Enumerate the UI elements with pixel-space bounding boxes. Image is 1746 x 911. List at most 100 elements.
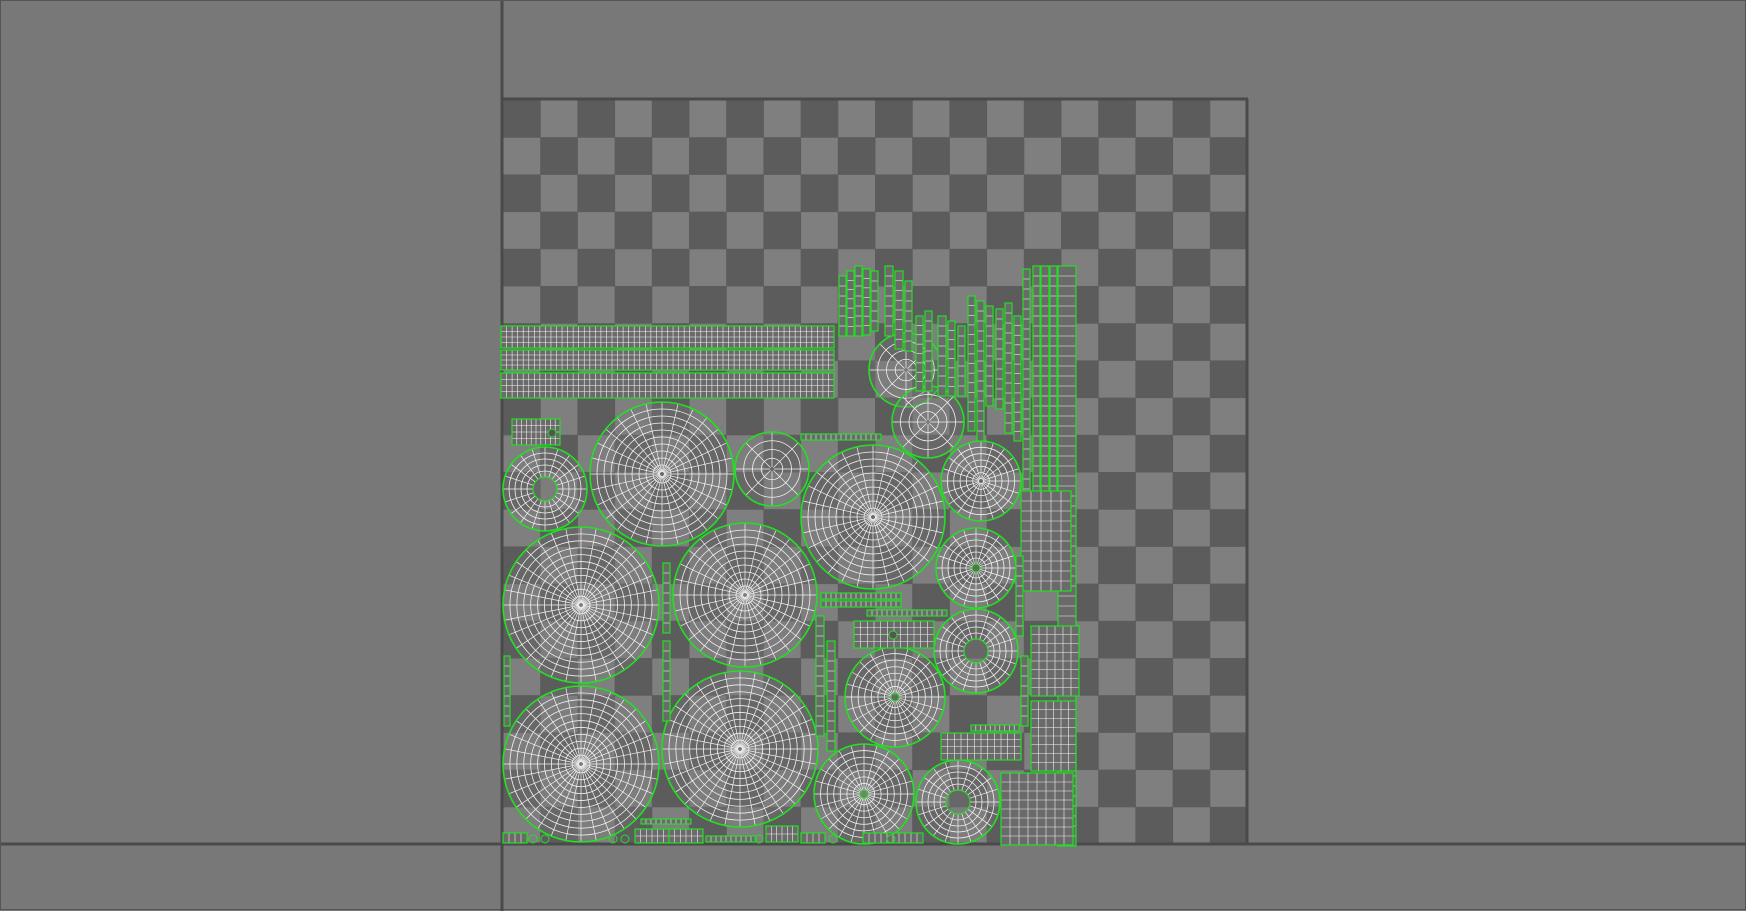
uv-shell-strip[interactable]	[500, 325, 835, 349]
checker-tile	[540, 137, 578, 175]
checker-tile	[726, 100, 764, 138]
uv-shell-strip[interactable]	[640, 818, 692, 825]
checker-tile	[800, 174, 839, 213]
uv-shell-strip[interactable]	[924, 310, 933, 392]
checker-tile	[1098, 769, 1136, 808]
checker-tile	[1209, 509, 1248, 547]
uv-shell-strip[interactable]	[967, 295, 976, 432]
uv-shell-disc[interactable]	[915, 759, 1001, 845]
checker-tile	[1135, 583, 1174, 622]
checker-tile	[1172, 248, 1211, 287]
uv-shell-disc[interactable]	[935, 527, 1017, 609]
uv-shell-strip[interactable]	[800, 433, 882, 441]
uv-shell-strip[interactable]	[1004, 302, 1013, 434]
uv-shell-strip[interactable]	[995, 308, 1004, 410]
uv-shell-strip[interactable]	[662, 640, 671, 722]
uv-shell-strip[interactable]	[502, 832, 528, 844]
uv-shell-strip[interactable]	[976, 300, 985, 442]
uv-shell-strip[interactable]	[940, 732, 1022, 761]
checker-tile	[1098, 323, 1136, 361]
checker-tile	[1209, 137, 1248, 175]
checker-tile	[577, 174, 616, 213]
uv-shell-strip[interactable]	[765, 825, 799, 843]
uv-shell-strip[interactable]	[820, 592, 902, 600]
uv-shell-strip[interactable]	[1013, 315, 1022, 442]
checker-tile	[1023, 100, 1062, 138]
uv-shell-disc[interactable]	[502, 446, 588, 532]
uv-shell-strip[interactable]	[668, 828, 704, 844]
uv-shell-strip[interactable]	[862, 268, 871, 336]
uv-shell-strip[interactable]	[634, 828, 670, 844]
checker-tile	[726, 174, 764, 213]
uv-shell-disc[interactable]	[502, 685, 660, 843]
checker-tile	[614, 211, 653, 250]
uv-shell-disc[interactable]	[813, 743, 915, 845]
uv-shell-strip[interactable]	[705, 835, 757, 843]
uv-shell-disc[interactable]	[661, 670, 819, 828]
checker-tile	[1135, 211, 1174, 250]
checker-tile	[1061, 211, 1099, 250]
uv-shell-strip[interactable]	[854, 265, 863, 337]
uv-shell-disc[interactable]	[800, 444, 946, 590]
uv-shell-disc[interactable]	[589, 401, 735, 547]
uv-shell-disc[interactable]	[734, 431, 810, 507]
uv-shell-strip[interactable]	[815, 615, 825, 737]
uv-shells[interactable]	[500, 265, 1080, 847]
uv-shell-strip[interactable]	[937, 315, 947, 397]
checker-tile	[1135, 360, 1174, 399]
uv-shell-strip[interactable]	[503, 655, 511, 727]
uv-shell-strip[interactable]	[826, 640, 836, 752]
uv-shell-strip[interactable]	[662, 562, 671, 634]
uv-shell-strip[interactable]	[985, 305, 994, 407]
uv-shell-strip[interactable]	[866, 609, 948, 617]
checker-tile	[875, 174, 913, 213]
uv-shell-strip[interactable]	[884, 265, 894, 337]
checker-tile	[1172, 620, 1211, 659]
checker-tile	[1061, 137, 1099, 175]
uv-shell-strip[interactable]	[820, 600, 902, 608]
uv-shell-strip[interactable]	[1030, 700, 1077, 772]
uv-canvas[interactable]	[1, 1, 1746, 911]
uv-shell-strip[interactable]	[800, 832, 826, 844]
checker-tile	[763, 211, 802, 250]
checker-tile	[1209, 658, 1248, 696]
uv-shell-strip[interactable]	[838, 275, 847, 337]
uv-shell-strip[interactable]	[915, 315, 924, 392]
checker-tile	[614, 286, 653, 324]
uv-shell-strip[interactable]	[870, 270, 879, 332]
uv-shell-strip[interactable]	[947, 320, 956, 397]
checker-tile	[689, 286, 727, 324]
uv-shell-strip[interactable]	[846, 270, 855, 337]
uv-shell-strip[interactable]	[957, 325, 966, 397]
uv-editor-viewport[interactable]	[0, 0, 1746, 911]
checker-tile	[1209, 732, 1248, 771]
uv-shell-disc[interactable]	[933, 608, 1019, 694]
uv-shell-strip[interactable]	[1030, 625, 1080, 697]
checker-tile	[503, 100, 541, 138]
checker-tile	[949, 248, 988, 287]
uv-shell-disc[interactable]	[844, 646, 946, 748]
uv-shell-strip[interactable]	[970, 724, 1020, 732]
checker-tile	[726, 248, 764, 287]
uv-shell-disc[interactable]	[940, 440, 1022, 522]
uv-shell-strip[interactable]	[500, 372, 835, 399]
uv-shell-strip[interactable]	[862, 832, 924, 844]
uv-shell-strip[interactable]	[1020, 490, 1072, 592]
uv-shell-strip[interactable]	[904, 280, 913, 352]
uv-shell-disc[interactable]	[672, 522, 818, 668]
uv-shell-strip[interactable]	[1015, 555, 1024, 637]
uv-shell-strip[interactable]	[1020, 655, 1029, 727]
uv-shell-disc[interactable]	[502, 526, 660, 684]
uv-shell-strip[interactable]	[894, 270, 904, 350]
checker-tile	[912, 137, 950, 175]
checker-tile	[1135, 658, 1174, 696]
checker-tile	[1098, 397, 1136, 436]
uv-shell-strip[interactable]	[500, 349, 835, 371]
uv-shell-strip[interactable]	[1000, 772, 1074, 846]
checker-tile	[837, 211, 876, 250]
checker-tile	[1098, 248, 1136, 287]
checker-tile	[1209, 211, 1248, 250]
checker-tile	[986, 211, 1025, 250]
checker-tile	[949, 174, 988, 213]
uv-shell-disc[interactable]	[891, 385, 965, 459]
